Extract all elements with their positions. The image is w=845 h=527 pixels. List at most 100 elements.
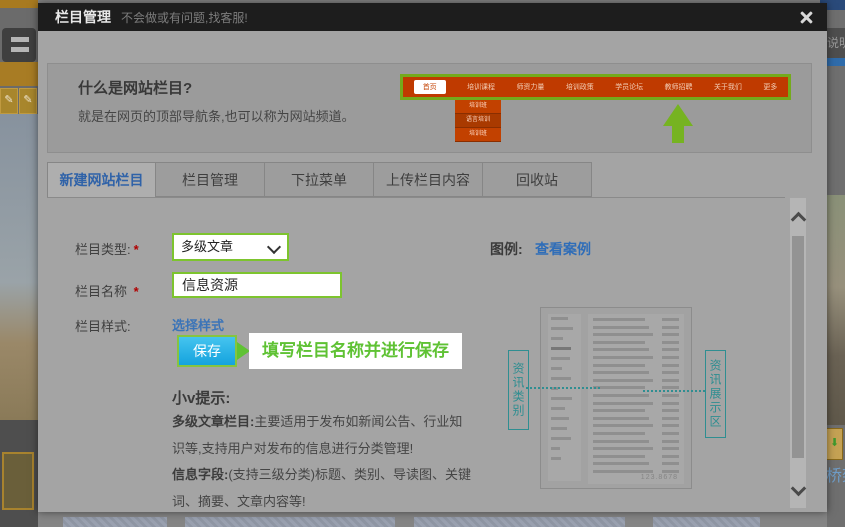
wireframe-category-lines: [548, 314, 581, 481]
wireframe-list-row: [588, 356, 684, 359]
wireframe-date-line: [662, 455, 679, 458]
tab-upload-content[interactable]: 上传栏目内容: [374, 162, 483, 197]
background-footer-block: [414, 517, 625, 527]
wireframe-date-line: [662, 333, 679, 336]
wireframe-text-line: [551, 457, 561, 460]
dialog-title: 栏目管理: [55, 7, 111, 27]
wireframe-title-line: [593, 424, 653, 427]
wireframe-title-line: [593, 447, 653, 450]
wireframe-title-line: [593, 432, 645, 435]
wireframe-list-row: [588, 386, 684, 389]
wireframe-title-line: [593, 462, 649, 465]
background-toolbar-strip: [0, 0, 38, 8]
background-footer-block: [185, 517, 395, 527]
tab-column-management[interactable]: 栏目管理: [156, 162, 265, 197]
view-example-link[interactable]: 查看案例: [535, 239, 591, 259]
wireframe-title-line: [593, 386, 645, 389]
background-photo: [824, 195, 845, 425]
preview-dropdown-item: 培训班: [455, 100, 501, 114]
wireframe-title-line: [593, 371, 649, 374]
scrollbar-thumb[interactable]: [792, 236, 804, 458]
column-type-select[interactable]: 多级文章: [172, 233, 289, 261]
wireframe-text-line: [551, 377, 571, 380]
dialog-scrollbar[interactable]: [790, 198, 806, 508]
wireframe-title-line: [593, 364, 645, 367]
preview-nav-item: 学员论坛: [615, 82, 643, 92]
wireframe-date-line: [662, 417, 679, 420]
wireframe-date-line: [662, 447, 679, 450]
background-page-left: ✎ ✎: [0, 0, 38, 527]
menu-bar: [11, 37, 29, 42]
wireframe-date-line: [662, 341, 679, 344]
menu-icon: [2, 28, 36, 62]
wireframe-date-line: [662, 326, 679, 329]
wireframe-date-line: [662, 379, 679, 382]
green-up-arrow-icon: [663, 104, 693, 126]
wireframe-list-row: [588, 394, 684, 397]
tab-recycle-bin[interactable]: 回收站: [483, 162, 592, 197]
wireframe-title-line: [593, 440, 649, 443]
green-up-arrow-icon: [672, 126, 684, 143]
wireframe-text-line: [551, 347, 571, 350]
save-button[interactable]: 保存: [177, 335, 237, 367]
menu-bar: [11, 47, 29, 52]
chevron-down-icon: [267, 240, 281, 254]
dialog-tabs: 新建网站栏目 栏目管理 下拉菜单 上传栏目内容 回收站: [47, 162, 592, 198]
tab-new-column[interactable]: 新建网站栏目: [47, 162, 156, 197]
background-partial-text: 桥架: [826, 462, 845, 488]
wireframe-text-line: [551, 317, 568, 320]
wireframe-text-line: [551, 437, 571, 440]
wireframe-date-line: [662, 386, 679, 389]
choose-style-link[interactable]: 选择样式: [172, 315, 224, 334]
wireframe-text-line: [551, 447, 560, 450]
preview-dropdown-item: 培训班: [455, 128, 501, 142]
intro-heading: 什么是网站栏目?: [78, 77, 192, 98]
edit-pencil-icon: ✎: [19, 88, 37, 114]
wireframe-title-line: [593, 333, 653, 336]
wireframe-title-line: [593, 417, 649, 420]
wireframe-text-line: [551, 327, 573, 330]
wireframe-title-line: [593, 379, 653, 382]
legend-label: 图例:: [490, 239, 523, 259]
required-asterisk: *: [134, 284, 139, 299]
preview-nav-item: 关于我们: [714, 82, 742, 92]
tab-panel-border: [47, 197, 785, 198]
wireframe-date-line: [662, 371, 679, 374]
wireframe-list-row: [588, 440, 684, 443]
tab-dropdown-menu[interactable]: 下拉菜单: [265, 162, 374, 197]
background-footer-block: [63, 517, 167, 527]
wireframe-text-line: [551, 417, 569, 420]
tips-item-1: 多级文章栏目:主要适用于发布如新闻公告、行业知识等,支持用户对发布的信息进行分类…: [172, 409, 474, 462]
wireframe-text-line: [551, 357, 570, 360]
wireframe-date-line: [662, 470, 679, 473]
wireframe-date-line: [662, 364, 679, 367]
close-icon[interactable]: [797, 8, 815, 26]
column-name-input[interactable]: [172, 272, 342, 298]
wireframe-list-row: [588, 417, 684, 420]
background-ribbon: [0, 62, 38, 86]
preview-nav-item: 首页: [414, 80, 446, 94]
wireframe-date-line: [662, 394, 679, 397]
column-name-label-text: 栏目名称: [75, 284, 127, 299]
wireframe-title-line: [593, 455, 645, 458]
wireframe-list-row: [588, 326, 684, 329]
wireframe-list-row: [588, 364, 684, 367]
wireframe-date-line: [662, 424, 679, 427]
scroll-up-icon[interactable]: [791, 212, 807, 228]
screen: ✎ ✎ 说明 ⬇ 桥架 栏目管理 不会做或有问题,找客服! 什么是网站栏目? 就…: [0, 0, 845, 527]
scroll-down-icon[interactable]: [791, 481, 807, 497]
dialog-header: 栏目管理 不会做或有问题,找客服!: [38, 3, 827, 31]
wireframe-title-line: [593, 348, 649, 351]
wireframe-date-line: [662, 432, 679, 435]
note-tab: 说明: [824, 28, 845, 58]
wireframe-date-line: [662, 356, 679, 359]
navbar-preview-image: 首页 培训课程 师资力量 培训政策 学员论坛 教师招聘 关于我们 更多: [400, 74, 791, 100]
dotted-connector: [643, 390, 705, 392]
wireframe-title-line: [593, 318, 645, 321]
required-asterisk: *: [134, 242, 139, 257]
intro-description: 就是在网页的顶部导航条,也可以称为网站频道。: [78, 106, 355, 125]
wireframe-list-row: [588, 348, 684, 351]
wireframe-title-line: [593, 326, 649, 329]
column-style-label: 栏目样式:: [75, 316, 131, 335]
tips-item-1-title: 多级文章栏目:: [172, 414, 254, 429]
